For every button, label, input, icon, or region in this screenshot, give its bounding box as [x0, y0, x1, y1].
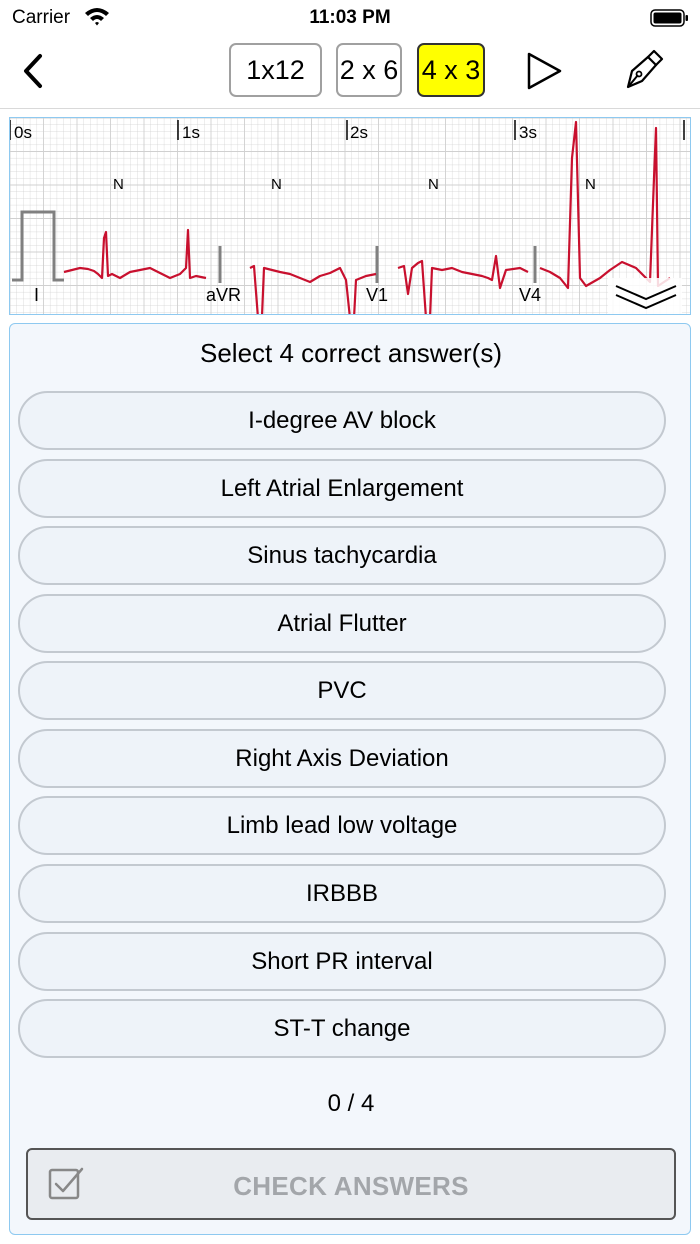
ecg-trace: [63, 228, 207, 280]
beat-label: N: [585, 176, 596, 193]
lead-label-v4: V4: [519, 285, 541, 305]
answer-option[interactable]: Atrial Flutter: [18, 594, 666, 653]
layout-2x6-button[interactable]: 2 x 6: [336, 43, 402, 97]
toolbar: 1x12 2 x 6 4 x 3: [0, 36, 700, 109]
beat-label: N: [428, 176, 439, 193]
battery-icon: [650, 9, 688, 27]
time-mark-1s: 1s: [182, 123, 200, 142]
lead-label-v1: V1: [366, 285, 388, 305]
answer-option[interactable]: Sinus tachycardia: [18, 526, 666, 585]
answer-option[interactable]: Short PR interval: [18, 932, 666, 991]
pen-icon[interactable]: [618, 47, 666, 95]
answer-option[interactable]: Right Axis Deviation: [18, 729, 666, 788]
time-mark-2s: 2s: [350, 123, 368, 142]
score-counter: 0 / 4: [327, 1090, 375, 1117]
expand-chevron-icon[interactable]: [608, 278, 682, 314]
time-mark-3s: 3s: [519, 123, 537, 142]
check-answers-button[interactable]: CHECK ANSWERS: [26, 1148, 676, 1220]
ecg-trace: [249, 264, 377, 314]
answer-card: Select 4 correct answer(s) I-degree AV b…: [9, 323, 691, 1235]
time-mark-0s: 0s: [14, 123, 32, 142]
answer-option[interactable]: IRBBB: [18, 864, 666, 923]
answer-option[interactable]: Limb lead low voltage: [18, 796, 666, 855]
ecg-canvas: 0s 1s 2s 3s N N N N I aVR V1 V4: [10, 118, 690, 314]
calibration-pulse: [12, 210, 64, 282]
answer-option[interactable]: Left Atrial Enlargement: [18, 459, 666, 518]
answer-option[interactable]: I-degree AV block: [18, 391, 666, 450]
layout-4x3-button[interactable]: 4 x 3: [417, 43, 485, 97]
beat-label: N: [271, 176, 282, 193]
question-title: Select 4 correct answer(s): [200, 338, 502, 368]
beat-label: N: [113, 176, 124, 193]
layout-1x12-button[interactable]: 1x12: [229, 43, 322, 97]
lead-label-avr: aVR: [206, 285, 241, 305]
check-answers-label: CHECK ANSWERS: [233, 1171, 469, 1201]
play-icon[interactable]: [524, 50, 564, 92]
status-bar: Carrier 11:03 PM: [0, 0, 700, 36]
answer-option[interactable]: ST-T change: [18, 999, 666, 1058]
lead-label-i: I: [34, 285, 39, 305]
answer-option[interactable]: PVC: [18, 661, 666, 720]
back-icon[interactable]: [18, 50, 48, 92]
status-time: 11:03 PM: [309, 7, 391, 28]
ecg-strip[interactable]: 0s 1s 2s 3s N N N N I aVR V1 V4: [9, 117, 691, 315]
